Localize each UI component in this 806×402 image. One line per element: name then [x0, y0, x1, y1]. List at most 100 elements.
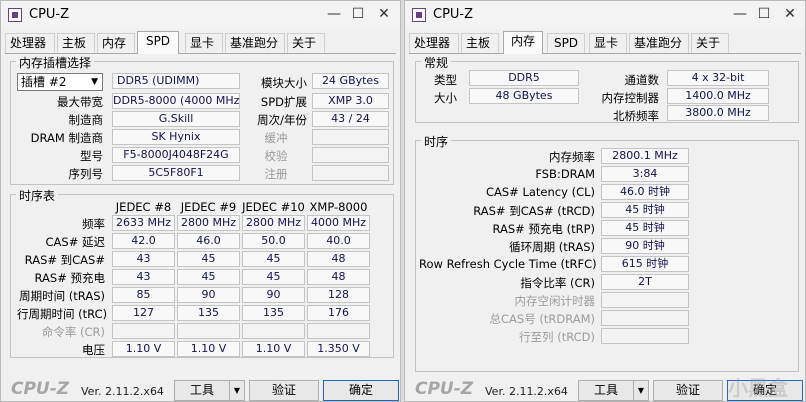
tab-bench[interactable]: 基准跑分 [629, 33, 689, 53]
col-header: JEDEC #8 [115, 200, 172, 214]
spd-ext-value: XMP 3.0 [312, 93, 389, 109]
cpuz-logo: CPU-Z [11, 379, 70, 399]
timing-cell: 43 [112, 251, 175, 267]
tab-spd[interactable]: SPD [137, 31, 179, 54]
dram-manufacturer-value: SK Hynix [112, 129, 240, 145]
timing-cell: 40.0 [307, 233, 370, 249]
tools-button[interactable]: 工具 [578, 380, 634, 401]
timing-cell: 176 [307, 305, 370, 321]
maximize-icon[interactable]: ☐ [347, 4, 369, 24]
timing-cell: 2633 MHz [112, 215, 175, 231]
mem-timing-value: 45 时钟 [601, 202, 689, 218]
timing-row-label: RAS# 到CAS# [24, 253, 105, 267]
timing-cell: 42.0 [112, 233, 175, 249]
timing-row-label: 行周期时间 (tRC) [17, 307, 108, 321]
tools-dropdown-icon[interactable]: ▼ [633, 380, 649, 401]
tab-mainboard[interactable]: 主板 [57, 33, 95, 53]
col-header: JEDEC #10 [242, 200, 305, 214]
cpuz-logo: CPU-Z [415, 379, 474, 399]
serial-number-value: 5C5F80F1 [112, 165, 240, 181]
mem-timing-value: 2800.1 MHz [601, 148, 689, 164]
timing-row-label: 周期时间 (tRAS) [19, 289, 105, 303]
timing-cell: 45 [242, 251, 305, 267]
channels-value: 4 x 32-bit [667, 70, 769, 86]
timing-cell: 50.0 [242, 233, 305, 249]
mem-timing-value [601, 310, 689, 326]
minimize-icon[interactable]: — [729, 4, 751, 24]
week-year-label: 周次/年份 [257, 113, 307, 127]
close-icon[interactable]: ✕ [373, 4, 395, 24]
minimize-icon[interactable]: — [323, 4, 345, 24]
manufacturer-value: G.Skill [112, 111, 240, 127]
tools-dropdown-icon[interactable]: ▼ [229, 380, 245, 401]
tab-mainboard[interactable]: 主板 [461, 33, 499, 53]
timing-cell: 135 [242, 305, 305, 321]
timing-cell: 90 [242, 287, 305, 303]
col-header: JEDEC #9 [180, 200, 237, 214]
timing-cell: 1.350 V [307, 341, 370, 357]
cpuz-app-icon [412, 8, 426, 22]
mem-timing-label: 内存频率 [549, 150, 595, 164]
part-number-label: 型号 [80, 149, 103, 163]
timing-cell [177, 323, 240, 339]
mem-timing-value: 46.0 时钟 [601, 184, 689, 200]
cpuz-window-memory: CPU-Z — ☐ ✕ 处理器 主板 内存 SPD 显卡 基准跑分 关于 常规 … [404, 0, 806, 402]
timing-cell [242, 323, 305, 339]
timing-cell: 90 [177, 287, 240, 303]
timing-cell: 4000 MHz [307, 215, 370, 231]
version-label: Ver. 2.11.2.x64 [485, 385, 568, 398]
title-bar[interactable]: CPU-Z — ☐ ✕ [1, 1, 400, 29]
tab-processor[interactable]: 处理器 [5, 33, 55, 53]
week-year-value: 43 / 24 [312, 111, 389, 127]
mem-controller-value: 1400.0 MHz [667, 88, 769, 104]
dram-manufacturer-label: DRAM 制造商 [30, 131, 103, 145]
tab-graphics[interactable]: 显卡 [185, 33, 223, 53]
cpuz-app-icon [8, 8, 22, 22]
tab-bench[interactable]: 基准跑分 [225, 33, 285, 53]
tab-graphics[interactable]: 显卡 [589, 33, 627, 53]
timing-cell: 127 [112, 305, 175, 321]
correction-label: 校验 [264, 149, 288, 163]
mem-controller-label: 内存控制器 [601, 91, 660, 105]
tab-processor[interactable]: 处理器 [409, 33, 459, 53]
mem-timing-value: 2T [601, 274, 689, 290]
close-icon[interactable]: ✕ [779, 4, 801, 24]
tab-spd[interactable]: SPD [547, 33, 585, 53]
validate-button[interactable]: 验证 [653, 380, 723, 401]
buffered-value [312, 129, 389, 145]
timing-cell: 45 [177, 269, 240, 285]
mem-timing-label: 总CAS号 (tRDRAM) [489, 312, 596, 326]
timing-cell: 128 [307, 287, 370, 303]
timing-cell: 1.10 V [242, 341, 305, 357]
size-value: 48 GBytes [469, 88, 579, 104]
tab-about[interactable]: 关于 [691, 33, 729, 53]
max-bandwidth-label: 最大带宽 [57, 95, 103, 109]
tools-button[interactable]: 工具 [174, 380, 230, 401]
title-bar[interactable]: CPU-Z — ☐ ✕ [405, 1, 805, 29]
tab-about[interactable]: 关于 [287, 33, 325, 53]
mem-timing-label: FSB:DRAM [535, 167, 595, 181]
mem-timing-label: 内存空闲计时器 [514, 294, 596, 308]
slot-select[interactable]: 插槽 #2 ▼ [17, 73, 103, 91]
cpuz-window-spd: CPU-Z — ☐ ✕ 处理器 主板 内存 SPD 显卡 基准跑分 关于 内存插… [0, 0, 401, 402]
spd-ext-label: SPD扩展 [260, 95, 307, 109]
tab-memory[interactable]: 内存 [97, 33, 135, 53]
maximize-icon[interactable]: ☐ [753, 4, 775, 24]
mem-timing-value: 45 时钟 [601, 220, 689, 236]
mem-timing-value: 615 时钟 [601, 256, 689, 272]
mem-timing-value [601, 292, 689, 308]
chevron-down-icon: ▼ [91, 77, 98, 87]
ok-button[interactable]: 确定 [323, 380, 399, 401]
validate-button[interactable]: 验证 [249, 380, 319, 401]
size-label: 大小 [434, 91, 457, 105]
window-title: CPU-Z [433, 7, 474, 22]
timing-cell [307, 323, 370, 339]
mem-timing-label: Row Refresh Cycle Time (tRFC) [419, 257, 597, 271]
timing-row-label: 电压 [82, 343, 105, 357]
mem-timing-label: RAS# 预充电 (tRP) [492, 222, 595, 236]
correction-value [312, 147, 389, 163]
tab-memory[interactable]: 内存 [503, 31, 543, 54]
version-label: Ver. 2.11.2.x64 [81, 385, 164, 398]
mem-timing-label: CAS# Latency (CL) [485, 185, 595, 199]
mem-timing-value [601, 328, 689, 344]
